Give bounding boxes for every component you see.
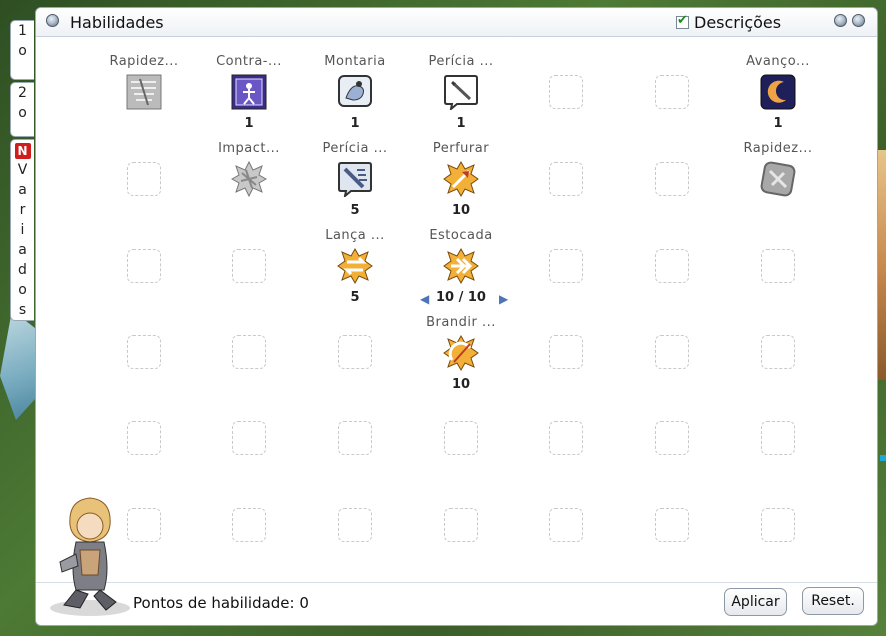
spear-quicken-icon[interactable] <box>760 161 796 197</box>
dagger-crossed-icon[interactable] <box>126 74 162 110</box>
counter-attack-icon[interactable] <box>231 74 267 110</box>
tab-variados-char: i <box>20 222 25 238</box>
tab-1o[interactable]: 1 o <box>10 20 34 80</box>
empty-skill-slot <box>127 335 161 369</box>
window-menu-button[interactable] <box>46 14 59 27</box>
empty-skill-slot <box>761 249 795 283</box>
skill-name: Perícia ... <box>428 54 494 69</box>
skill-points-text: Pontos de habilidade: 0 <box>133 594 309 612</box>
brandish-spear-icon[interactable] <box>443 334 479 372</box>
descriptions-checkbox[interactable] <box>676 13 689 29</box>
tab-variados-char: a <box>18 242 27 258</box>
tab-2o[interactable]: 2 o <box>10 82 34 137</box>
descriptions-label: Descrições <box>694 13 782 32</box>
skills-window: Habilidades Descrições <box>35 7 878 626</box>
riding-icon[interactable] <box>337 74 373 110</box>
empty-skill-slot <box>127 249 161 283</box>
empty-skill-slot <box>549 249 583 283</box>
empty-skill-slot <box>232 508 266 542</box>
spear-mastery-icon[interactable] <box>443 74 479 112</box>
empty-skill-slot <box>549 508 583 542</box>
empty-skill-slot <box>761 508 795 542</box>
tab-1o-char-1: 1 <box>18 23 27 39</box>
empty-skill-slot <box>127 162 161 196</box>
spear-stab-icon[interactable] <box>443 247 479 285</box>
skill-name: Perícia ... <box>322 141 388 156</box>
skill-level: 10 / 10 <box>436 290 486 305</box>
empty-skill-slot <box>761 335 795 369</box>
skill-level: 1 <box>244 116 254 131</box>
empty-skill-slot <box>127 421 161 455</box>
skill-name: Estocada <box>429 228 493 243</box>
impact-icon[interactable] <box>230 160 268 198</box>
apply-button[interactable]: Aplicar <box>724 588 787 616</box>
reset-button[interactable]: Reset. <box>802 587 864 615</box>
skill-name: Perfurar <box>432 141 490 156</box>
character-avatar <box>40 490 140 620</box>
window-title: Habilidades <box>70 13 164 32</box>
cavalry-mastery-icon[interactable] <box>337 161 373 199</box>
increase-level-button[interactable]: ▶ <box>499 292 508 306</box>
new-badge: N <box>14 143 31 159</box>
skill-level: 10 <box>451 203 471 218</box>
skill-grid: Rapidez... Contra-... 1 Montaria 1 Períc… <box>36 37 877 583</box>
empty-skill-slot <box>761 421 795 455</box>
descriptions-toggle[interactable]: Descrições <box>676 13 781 32</box>
empty-skill-slot <box>444 421 478 455</box>
skill-level: 5 <box>350 203 360 218</box>
skill-name: Montaria <box>324 54 386 69</box>
skill-name: Brandir ... <box>426 315 496 330</box>
empty-skill-slot <box>549 75 583 109</box>
skill-name: Impact... <box>218 141 280 156</box>
tab-variados[interactable]: N V a r i a d o s <box>10 139 34 321</box>
empty-skill-slot <box>655 162 689 196</box>
empty-skill-slot <box>549 162 583 196</box>
spear-boomerang-icon[interactable] <box>337 247 373 285</box>
empty-skill-slot <box>655 75 689 109</box>
empty-skill-slot <box>338 421 372 455</box>
skill-name: Avanço... <box>746 54 810 69</box>
tab-variados-char: r <box>19 202 26 218</box>
background-hp-bar <box>880 455 886 461</box>
skill-name: Rapidez... <box>109 54 179 69</box>
empty-skill-slot <box>655 508 689 542</box>
tab-2o-char-2: o <box>18 105 27 121</box>
close-button[interactable] <box>852 14 865 27</box>
tab-variados-char: d <box>18 262 27 278</box>
skill-name: Contra-... <box>216 54 282 69</box>
empty-skill-slot <box>655 421 689 455</box>
empty-skill-slot <box>655 335 689 369</box>
empty-skill-slot <box>338 508 372 542</box>
empty-skill-slot <box>549 421 583 455</box>
empty-skill-slot <box>232 421 266 455</box>
skill-level: 1 <box>773 116 783 131</box>
skill-level: 10 <box>451 377 471 392</box>
title-bar[interactable]: Habilidades Descrições <box>36 8 877 37</box>
empty-skill-slot <box>338 335 372 369</box>
empty-skill-slot <box>444 508 478 542</box>
empty-skill-slot <box>232 249 266 283</box>
empty-skill-slot <box>655 249 689 283</box>
empty-skill-slot <box>549 335 583 369</box>
pierce-icon[interactable] <box>443 160 479 198</box>
tab-variados-char: o <box>18 282 27 298</box>
skill-level: 5 <box>350 290 360 305</box>
tab-variados-char: V <box>17 162 28 178</box>
tab-1o-char-2: o <box>18 43 27 59</box>
skill-name: Lança ... <box>325 228 385 243</box>
tab-2o-char-1: 2 <box>18 85 27 101</box>
empty-skill-slot <box>232 335 266 369</box>
skill-level: 1 <box>456 116 466 131</box>
skill-name: Rapidez... <box>743 141 813 156</box>
crescent-charge-icon[interactable] <box>760 74 796 110</box>
minimize-button[interactable] <box>834 14 847 27</box>
skill-level: 1 <box>350 116 360 131</box>
tab-variados-char: a <box>18 182 27 198</box>
tab-variados-char: s <box>18 302 27 318</box>
